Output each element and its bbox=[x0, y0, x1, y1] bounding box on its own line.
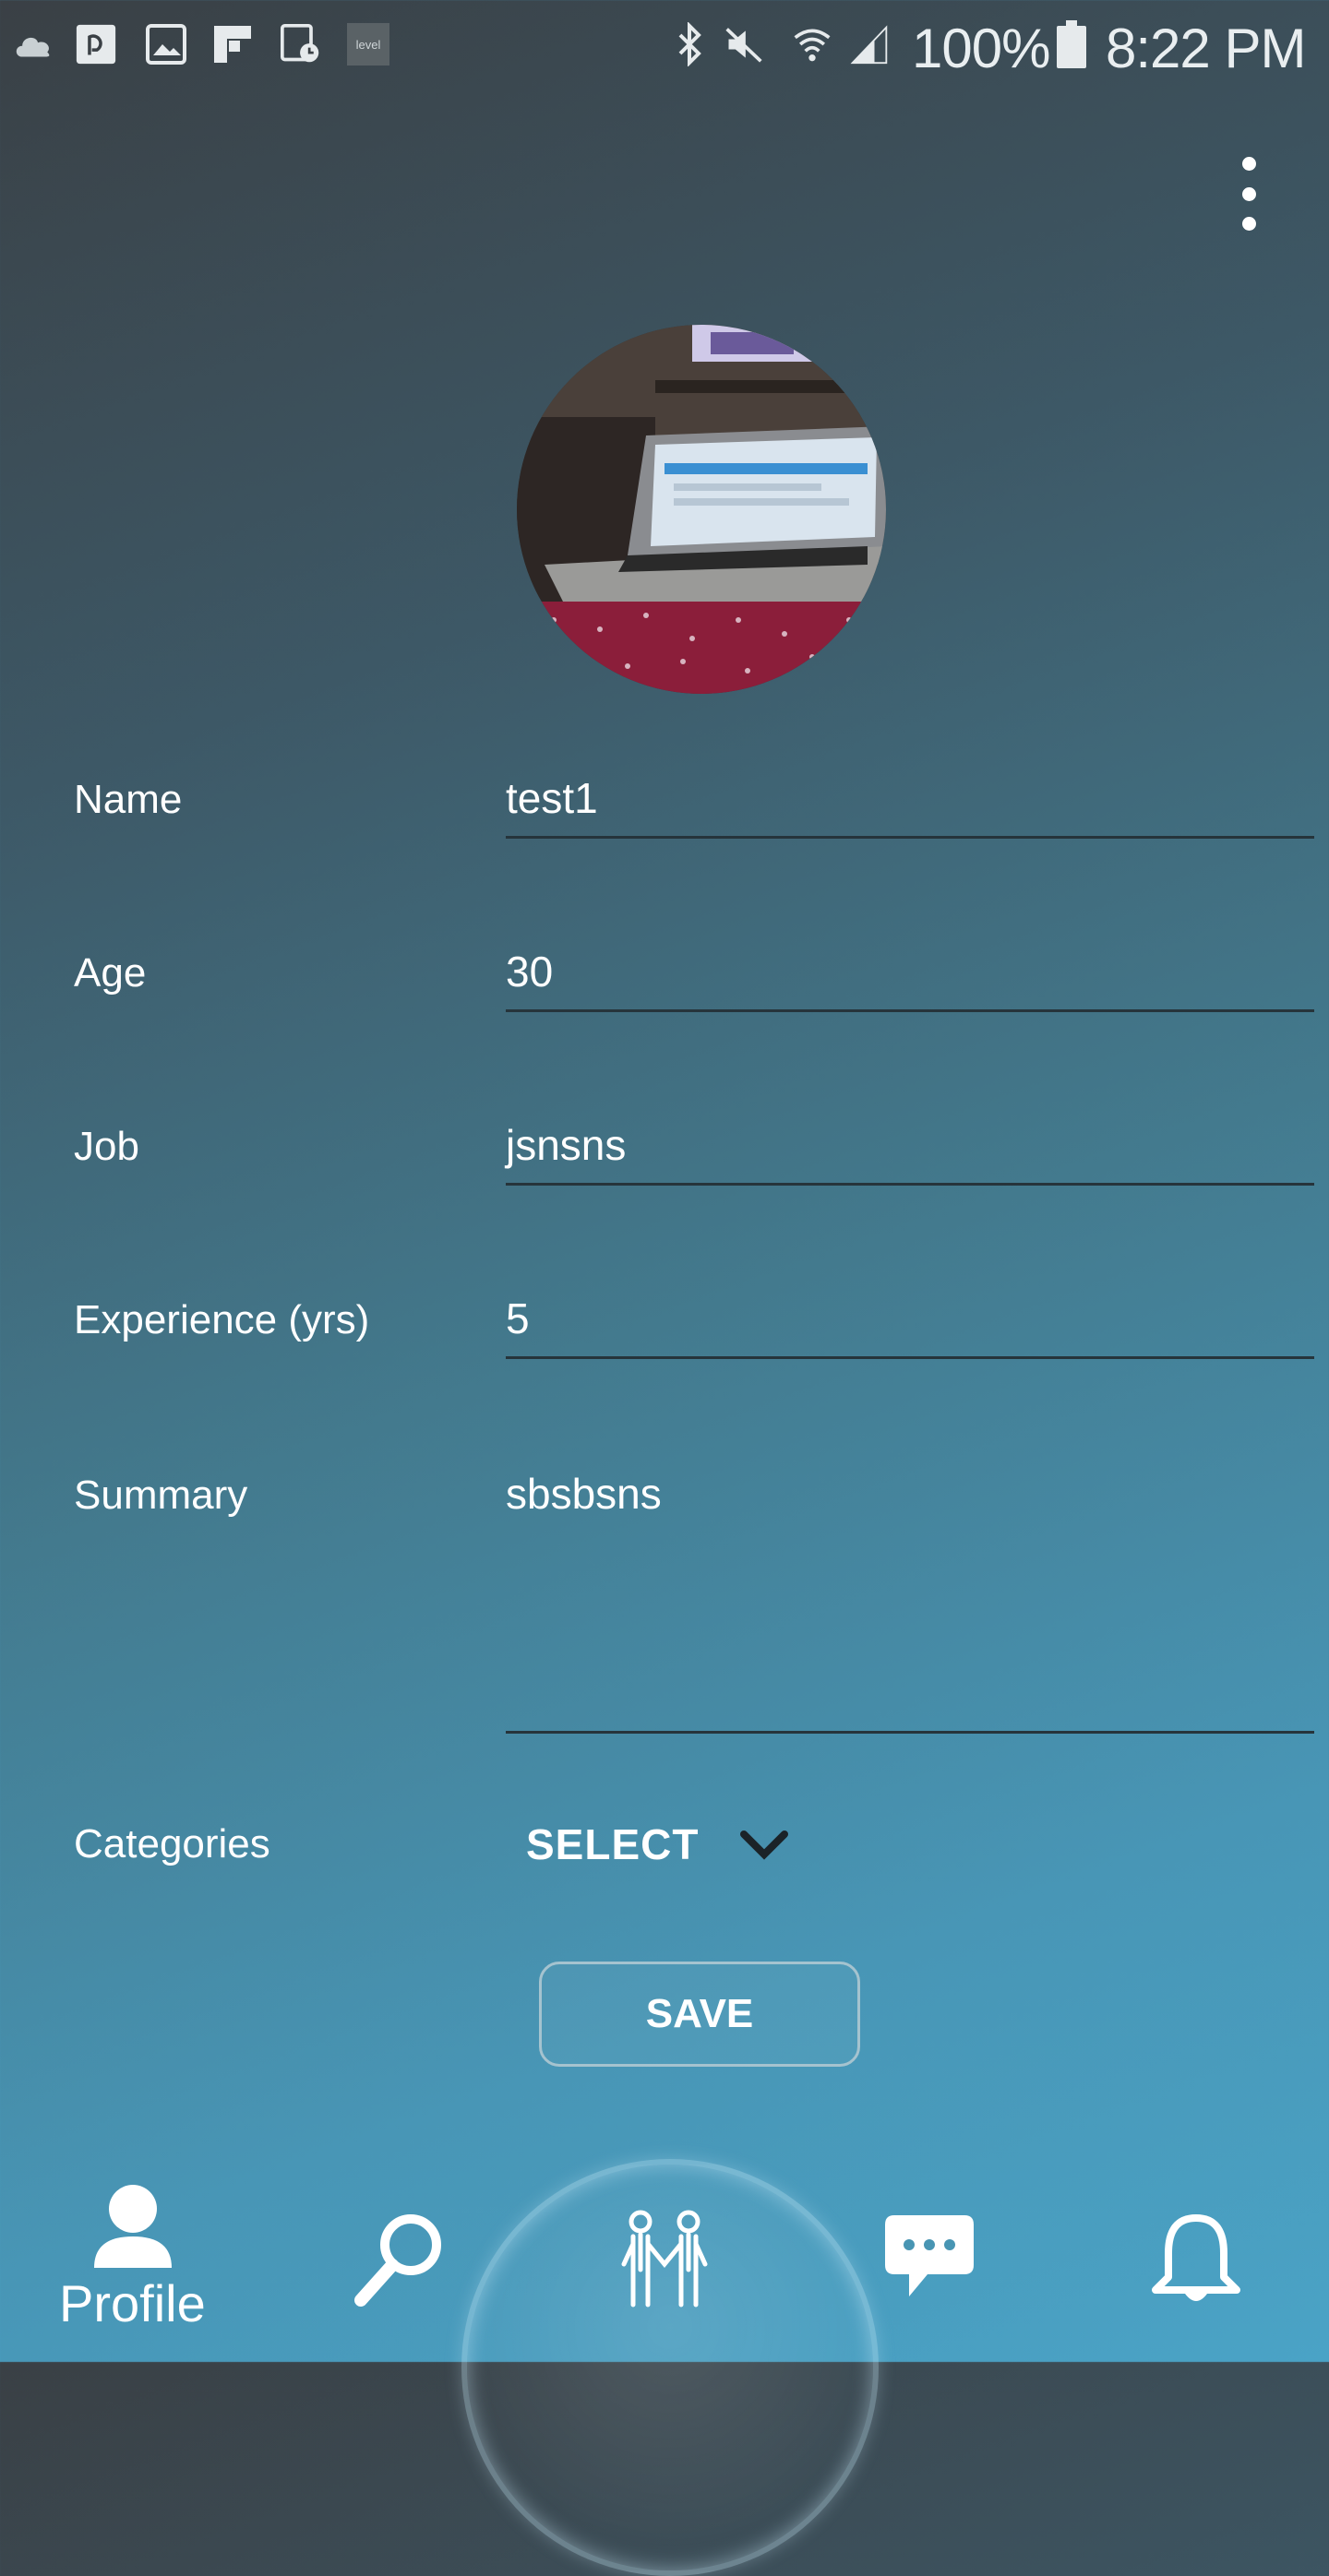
profile-icon[interactable] bbox=[89, 2183, 177, 2272]
chat-icon[interactable] bbox=[880, 2211, 978, 2305]
level-icon: level bbox=[345, 23, 391, 66]
wifi-icon bbox=[792, 24, 832, 65]
bluetooth-icon bbox=[670, 22, 711, 66]
categories-label: Categories bbox=[74, 1821, 270, 1866]
job-field[interactable]: jsnsns bbox=[506, 1120, 1314, 1186]
summary-field[interactable]: sbsbsns bbox=[506, 1469, 1314, 1734]
match-icon[interactable] bbox=[615, 2207, 714, 2308]
status-time: 8:22 PM bbox=[1106, 18, 1306, 79]
categories-dropdown[interactable]: SELECT bbox=[526, 1819, 699, 1869]
signal-icon bbox=[849, 24, 890, 65]
profile-label[interactable]: Profile bbox=[59, 2273, 206, 2333]
battery-percent: 100% bbox=[912, 18, 1050, 79]
gallery-icon bbox=[146, 24, 186, 65]
status-bar: level 100% 8:22 PM bbox=[0, 0, 1329, 92]
battery-icon bbox=[1056, 20, 1087, 68]
more-vertical-icon[interactable] bbox=[1226, 157, 1272, 231]
screenshot-timer-icon bbox=[281, 24, 321, 65]
job-label: Job bbox=[74, 1124, 139, 1169]
p-app-icon bbox=[76, 24, 116, 65]
avatar[interactable] bbox=[517, 325, 886, 694]
age-field[interactable]: 30 bbox=[506, 947, 1314, 1012]
summary-label: Summary bbox=[74, 1473, 248, 1518]
mute-icon bbox=[724, 24, 764, 65]
search-icon[interactable] bbox=[349, 2209, 447, 2310]
save-button[interactable]: SAVE bbox=[539, 1962, 860, 2067]
chevron-down-icon[interactable] bbox=[738, 1827, 790, 1864]
experience-label: Experience (yrs) bbox=[74, 1297, 370, 1342]
age-label: Age bbox=[74, 950, 147, 996]
name-field[interactable]: test1 bbox=[506, 773, 1314, 839]
flipboard-icon bbox=[212, 24, 253, 65]
name-label: Name bbox=[74, 777, 183, 822]
experience-field[interactable]: 5 bbox=[506, 1294, 1314, 1359]
cloud-icon bbox=[13, 24, 54, 65]
notifications-icon[interactable] bbox=[1148, 2212, 1244, 2308]
